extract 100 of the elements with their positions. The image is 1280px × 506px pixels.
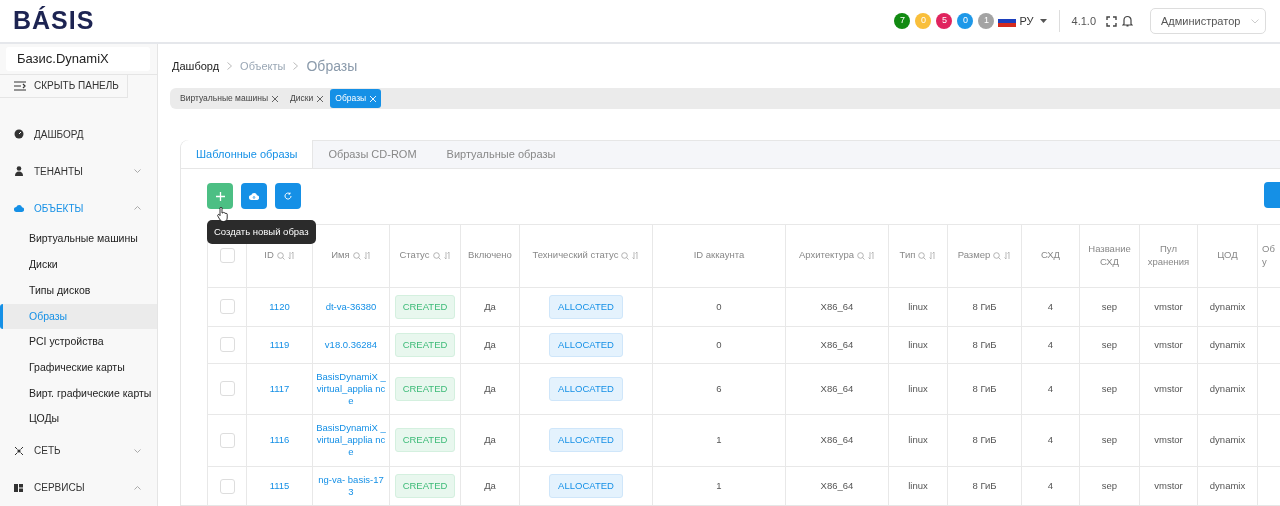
sidebar-subitem[interactable]: Образы	[0, 303, 157, 330]
sidebar-item[interactable]: СЕРВИСЫ	[0, 469, 157, 506]
open-tab[interactable]: Образы	[330, 89, 382, 108]
table-cell: 4	[1047, 338, 1054, 350]
breadcrumb-link[interactable]: Дашборд	[172, 57, 220, 75]
tab[interactable]: Образы CD-ROM	[313, 140, 432, 168]
table-cell: 8 ГиБ	[972, 434, 997, 446]
table-cell: X86_64	[820, 300, 854, 312]
close-icon	[317, 95, 324, 102]
table-cell: vmstor	[1154, 480, 1183, 492]
chevron-down-icon	[134, 448, 141, 453]
sidebar-subitem[interactable]: ЦОДы	[0, 406, 157, 432]
column-header[interactable]: Архитектура	[799, 249, 854, 263]
sidebar-subitem[interactable]: Графические карты	[0, 354, 157, 381]
checkbox[interactable]	[219, 478, 235, 494]
language-select[interactable]: РУ	[998, 12, 1047, 30]
fullscreen-icon[interactable]	[1106, 15, 1117, 27]
sidebar-subitem[interactable]: Типы дисков	[0, 277, 157, 304]
refresh-button[interactable]	[275, 183, 301, 210]
counter-badge[interactable]: 5	[936, 13, 953, 29]
table-cell: X86_64	[820, 480, 854, 492]
breadcrumb-link[interactable]: Объекты	[240, 57, 286, 75]
workspace-title: Базис.DynamiX	[6, 47, 150, 71]
table-cell: 4	[1047, 300, 1054, 312]
cloud-upload-icon	[249, 192, 259, 200]
person-icon	[14, 166, 24, 176]
tech-status-tag: ALLOCATED	[549, 428, 623, 453]
sidebar-subitem[interactable]: PCI устройства	[0, 329, 157, 355]
table-cell: 8 ГиБ	[972, 382, 997, 394]
sidebar-item[interactable]: ДАШБОРД	[0, 115, 157, 153]
table-cell: linux	[908, 480, 928, 492]
status-tag: CREATED	[394, 376, 456, 401]
table-cell: dynamix	[1209, 434, 1246, 446]
table-cell: 4	[1047, 382, 1054, 394]
column-header: Название СХД	[1087, 242, 1132, 269]
column-header: ЦОД	[1217, 249, 1238, 263]
counter-badge[interactable]: 7	[894, 13, 911, 29]
column-header[interactable]: Статус	[399, 249, 430, 263]
table-cell: Да	[484, 434, 496, 446]
table-cell: vmstor	[1154, 434, 1183, 446]
table-cell: linux	[908, 434, 928, 446]
table-cell: Да	[484, 382, 496, 394]
chevron-down-icon	[1251, 18, 1259, 24]
column-header: Включено	[468, 249, 512, 263]
checkbox[interactable]	[219, 337, 235, 353]
table-cell: 0	[716, 300, 722, 312]
bell-icon[interactable]	[1122, 15, 1133, 27]
table-cell: sep	[1101, 382, 1118, 394]
table-cell: sep	[1101, 434, 1118, 446]
column-header: Об у	[1262, 242, 1276, 269]
checkbox[interactable]	[219, 432, 235, 448]
chevron-up-icon	[134, 485, 141, 490]
hand-cursor-icon	[217, 207, 229, 222]
sidebar-subitem[interactable]: Вирт. графические карты	[0, 380, 157, 407]
table-cell: dynamix	[1209, 382, 1246, 394]
table-cell: vmstor	[1154, 382, 1183, 394]
sidebar-item[interactable]: СЕТЬ	[0, 432, 157, 469]
open-tab[interactable]: Диски	[285, 89, 329, 108]
sidebar-subitem[interactable]: Диски	[0, 252, 157, 278]
checkbox[interactable]	[219, 299, 235, 315]
tech-status-tag: ALLOCATED	[549, 376, 623, 401]
close-icon	[272, 95, 279, 102]
table-cell: linux	[908, 300, 928, 312]
column-header[interactable]: Тип	[899, 249, 916, 263]
tab[interactable]: Виртуальные образы	[431, 140, 571, 168]
status-tag: CREATED	[394, 294, 456, 319]
column-header[interactable]: Размер	[957, 249, 991, 263]
column-header[interactable]: ID	[264, 249, 274, 263]
table-cell: vmstor	[1154, 338, 1183, 350]
gauge-icon	[14, 129, 24, 139]
page-title: Образы	[306, 56, 358, 76]
table-cell: sep	[1101, 300, 1118, 312]
sidebar-subitem[interactable]: Виртуальные машины	[0, 226, 157, 253]
table-cell: sep	[1101, 338, 1118, 350]
logo: BÁSIS	[13, 5, 95, 37]
tech-status-tag: ALLOCATED	[549, 294, 623, 319]
tech-status-tag: ALLOCATED	[549, 474, 623, 499]
counter-badge[interactable]: 1	[978, 13, 995, 29]
select-all-checkbox[interactable]	[219, 248, 235, 264]
table-cell: dynamix	[1209, 300, 1246, 312]
tab[interactable]: Шаблонные образы	[181, 140, 314, 168]
sidebar-item[interactable]: ТЕНАНТЫ	[0, 152, 157, 190]
sidebar-item[interactable]: ОБЪЕКТЫ	[0, 189, 157, 227]
counter-badge[interactable]: 0	[957, 13, 974, 29]
table-cell: 8 ГиБ	[972, 300, 997, 312]
plus-icon	[215, 191, 225, 201]
open-tab[interactable]: Виртуальные машины	[175, 89, 284, 108]
table-cell: 6	[716, 382, 722, 394]
add-button[interactable]	[207, 183, 233, 210]
status-tag: CREATED	[394, 332, 456, 357]
table-cell: 4	[1047, 480, 1054, 492]
collapse-panel-button[interactable]: СКРЫТЬ ПАНЕЛЬ	[0, 75, 128, 98]
user-dropdown[interactable]: Администратор	[1150, 8, 1266, 34]
upload-button[interactable]	[241, 183, 267, 210]
column-header[interactable]: Технический статус	[532, 249, 619, 263]
column-header[interactable]: Имя	[331, 249, 350, 263]
table-cell: 8 ГиБ	[972, 480, 997, 492]
checkbox[interactable]	[219, 381, 235, 397]
version-label: 4.1.0	[1071, 13, 1096, 29]
chevron-up-icon	[134, 206, 141, 210]
